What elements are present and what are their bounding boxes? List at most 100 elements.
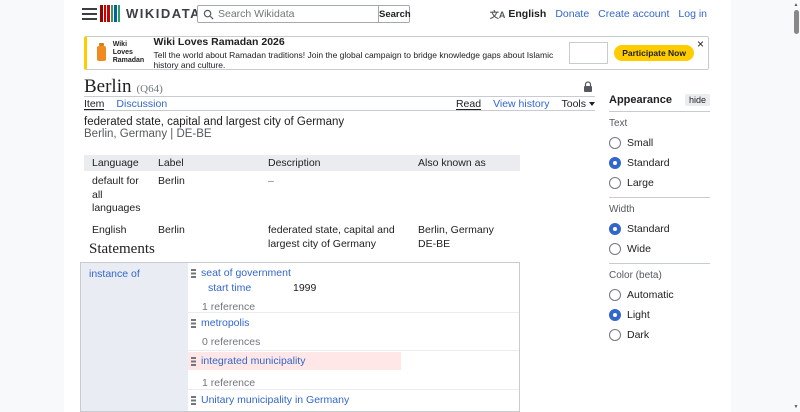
entity-description: federated state, capital and largest cit… (84, 116, 345, 128)
terms-header-row: Language Label Description Also known as (84, 155, 520, 171)
scroll-up-icon[interactable]: ▲ (792, 2, 800, 8)
hide-appearance-button[interactable]: hide (684, 94, 710, 106)
claim-value-link[interactable]: Unitary municipality in Germany (201, 394, 349, 406)
radio-text-small[interactable]: Small (609, 137, 710, 149)
tab-read[interactable]: Read (455, 98, 482, 110)
wikidata-logo-bars-icon (100, 5, 121, 22)
section-label: Color (beta) (609, 270, 662, 281)
banner-image-placeholder (568, 42, 609, 64)
menu-icon[interactable] (82, 8, 97, 20)
cell-language: default for all languages (92, 175, 141, 215)
lock-icon (583, 80, 593, 98)
title-row: Berlin (Q64) (84, 77, 595, 97)
cell-aka: Berlin, Germany DE-BE (418, 223, 494, 250)
tab-view-history[interactable]: View history (493, 98, 549, 110)
language-icon: 文A (489, 9, 506, 20)
col-label: Label (150, 155, 260, 171)
donate-link[interactable]: Donate (555, 8, 589, 20)
appearance-heading: Appearance (609, 94, 672, 106)
claim-seat-of-government: seat of government start time 1999 1 ref… (188, 263, 519, 313)
statements-heading: Statements (89, 241, 155, 257)
tab-discussion[interactable]: Discussion (116, 98, 167, 110)
radio-icon[interactable] (609, 289, 621, 301)
language-selector[interactable]: 文A English (490, 8, 546, 21)
appearance-section-color: Color (beta) Automatic Light Dark (609, 263, 710, 341)
radio-selected-icon[interactable] (609, 157, 621, 169)
radio-width-standard[interactable]: Standard (609, 223, 710, 235)
radio-icon[interactable] (609, 177, 621, 189)
tab-item[interactable]: Item (84, 98, 105, 110)
vertical-scrollbar[interactable]: ▲ ▼ (792, 0, 800, 412)
language-label: English (508, 8, 547, 20)
section-label: Text (609, 118, 628, 129)
entity-id: (Q64) (136, 83, 163, 95)
tab-tools[interactable]: Tools (561, 98, 595, 110)
radio-icon[interactable] (609, 137, 621, 149)
table-row: default for all languages Berlin – (84, 171, 520, 220)
radio-color-light[interactable]: Light (609, 309, 710, 321)
cell-description: federated state, capital and largest cit… (268, 223, 395, 250)
banner-title: Wiki Loves Ramadan 2026 (153, 36, 285, 48)
references-toggle[interactable]: 1 reference (188, 377, 519, 389)
search-button[interactable]: Search (379, 5, 411, 23)
banner-badge: Wiki Loves Ramadan (112, 40, 145, 65)
log-in-link[interactable]: Log in (678, 8, 707, 20)
cell-aka (410, 171, 520, 220)
scroll-down-icon[interactable]: ▼ (792, 404, 800, 410)
radio-text-large[interactable]: Large (609, 177, 710, 189)
references-toggle[interactable]: 1 reference (188, 301, 519, 312)
rank-selector-icon[interactable] (191, 395, 196, 405)
search-icon (203, 9, 214, 20)
search-input[interactable] (218, 8, 373, 20)
banner-main: Wiki Loves Ramadan 2026 Tell the world a… (154, 36, 569, 70)
qualifier-value: 1999 (293, 282, 317, 294)
banner-text: Tell the world about Ramadan traditions!… (153, 50, 554, 70)
property-link[interactable]: instance of (89, 268, 140, 280)
col-language: Language (84, 155, 150, 171)
references-toggle[interactable]: 0 references (188, 336, 519, 348)
claim-metropolis: metropolis 0 references (188, 313, 519, 351)
search-bar: Search (197, 5, 411, 23)
claim-value-link[interactable]: seat of government (201, 267, 291, 279)
tab-bar: Item Discussion Read View history Tools (84, 98, 595, 111)
close-icon[interactable]: × (697, 38, 704, 50)
rank-selector-icon[interactable] (191, 268, 196, 278)
chevron-down-icon (589, 102, 595, 107)
appearance-section-text: Text Small Standard Large (609, 112, 710, 189)
statement-group: instance of seat of government start tim… (80, 262, 520, 412)
radio-icon[interactable] (609, 329, 621, 341)
claims-list: seat of government start time 1999 1 ref… (188, 263, 519, 411)
radio-text-standard[interactable]: Standard (609, 157, 710, 169)
qualifier-property-link[interactable]: start time (208, 282, 293, 294)
wikidata-logo[interactable]: WIKIDATA (100, 5, 201, 22)
property-column: instance of (81, 263, 188, 411)
header-user-links: 文A English Donate Create account Log in (490, 0, 707, 28)
wikidata-logo-text: WIKIDATA (126, 6, 202, 21)
radio-color-automatic[interactable]: Automatic (609, 289, 710, 301)
cell-label: Berlin (158, 223, 185, 236)
col-description: Description (260, 155, 410, 171)
radio-selected-icon[interactable] (609, 223, 621, 235)
radio-width-wide[interactable]: Wide (609, 243, 710, 255)
claim-integrated-municipality: integrated municipality 1 reference (188, 351, 519, 390)
appearance-panel: Appearance hide Text Small Standard Larg… (609, 94, 710, 349)
highlighted-claim-value: integrated municipality (188, 352, 401, 370)
page-title: Berlin (84, 76, 132, 97)
radio-color-dark[interactable]: Dark (609, 329, 710, 341)
claim-unitary-municipality: Unitary municipality in Germany (188, 390, 519, 411)
participate-now-button[interactable]: Participate Now (614, 45, 694, 61)
rank-selector-icon[interactable] (191, 318, 196, 328)
lantern-icon (97, 42, 106, 61)
scrollbar-thumb[interactable] (793, 10, 799, 34)
section-label: Width (609, 204, 635, 215)
rank-selector-icon[interactable] (191, 356, 196, 366)
search-box[interactable] (197, 5, 379, 23)
radio-selected-icon[interactable] (609, 309, 621, 321)
col-also-known-as: Also known as (410, 155, 520, 171)
radio-icon[interactable] (609, 243, 621, 255)
create-account-link[interactable]: Create account (598, 8, 669, 20)
cell-label: Berlin (158, 175, 185, 187)
claim-value-link[interactable]: metropolis (201, 317, 249, 329)
top-header: WIKIDATA Search 文A English Donate Create… (64, 0, 731, 28)
claim-value-link[interactable]: integrated municipality (201, 355, 305, 367)
